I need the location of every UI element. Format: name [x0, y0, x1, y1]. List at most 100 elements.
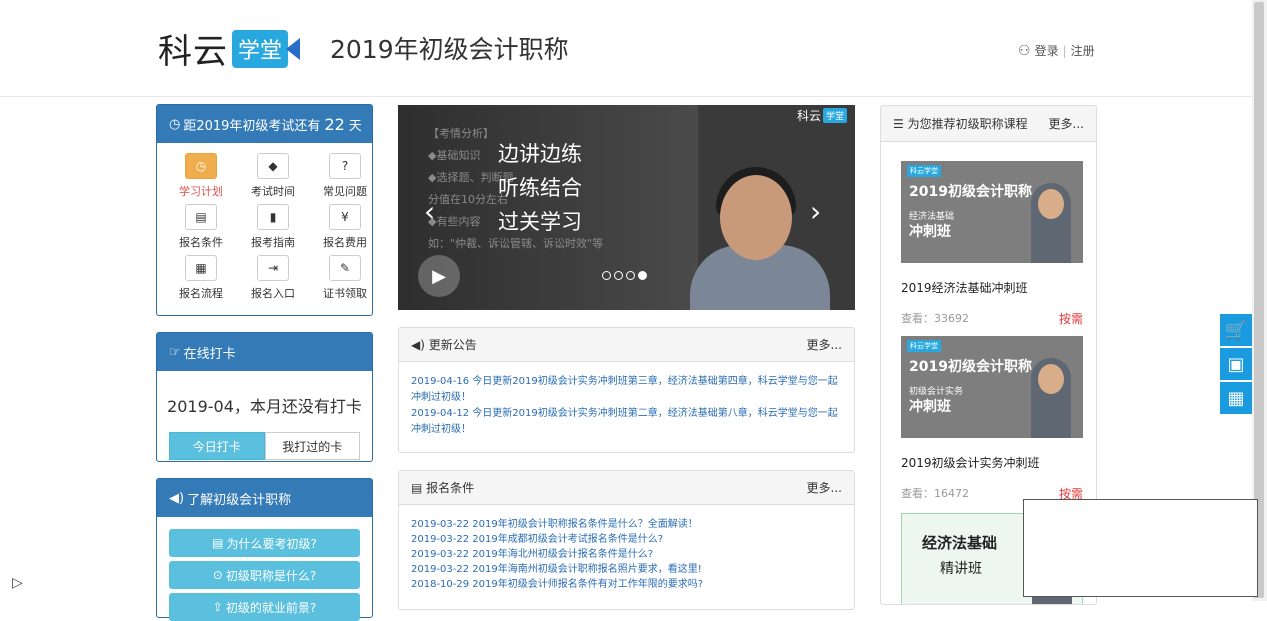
- slide-headline: 边讲边练 听练结合 过关学习: [498, 137, 582, 239]
- views-count: 33692: [934, 312, 969, 325]
- sidebar-toggle-icon[interactable]: ▷: [12, 575, 23, 591]
- views-count: 16472: [934, 487, 969, 500]
- learn-header: ◀) 了解初级会计职称: [157, 479, 372, 517]
- list-item[interactable]: 2018-10-29 2019年初级会计师报名条件有对工作年限的要求吗?: [411, 577, 842, 592]
- watermark-text: 科云: [796, 109, 821, 123]
- thumb-big: 冲刺班: [909, 224, 951, 240]
- recommend-more-link[interactable]: 更多...: [1049, 115, 1084, 132]
- why-exam-button[interactable]: ▤ 为什么要考初级?: [169, 529, 360, 557]
- conditions-more-link[interactable]: 更多...: [807, 479, 842, 496]
- book-icon: ▤: [212, 536, 224, 550]
- auth-divider: |: [1062, 43, 1067, 58]
- video-carousel[interactable]: 【考情分析】 ◆基础知识 ◆选择题、判断题 分值在10分左右 ◆有些内容 如："…: [398, 105, 855, 310]
- tab-my-checkins[interactable]: 我打过的卡: [264, 432, 360, 460]
- carousel-dots: [602, 271, 647, 280]
- quick-link-conditions[interactable]: ▤ 报名条件: [165, 204, 237, 255]
- up-icon: ⇧: [212, 600, 223, 614]
- camera-icon: [286, 37, 301, 60]
- list-item[interactable]: 2019-04-16 今日更新2019初级会计实务冲刺班第三章，经济法基础第四章…: [411, 374, 842, 406]
- button-label: 初级职称是什么?: [225, 568, 317, 583]
- carousel-dot[interactable]: [626, 271, 635, 280]
- headline-line: 边讲边练: [498, 142, 582, 166]
- button-label: 为什么要考初级?: [226, 536, 317, 551]
- auth-links: ⚇ 登录 | 注册: [1018, 42, 1095, 59]
- updates-title: 更新公告: [428, 338, 477, 352]
- carousel-dot-active[interactable]: [638, 271, 647, 280]
- site-logo[interactable]: 科云 学堂: [158, 24, 301, 73]
- cart-icon[interactable]: 🛒: [1220, 314, 1252, 346]
- headline-line: 听练结合: [498, 176, 582, 200]
- quick-link-faq[interactable]: ? 常见问题: [309, 153, 381, 204]
- course-thumbnail[interactable]: 科云学堂 2019初级会计职称 初级会计实务 冲刺班: [901, 336, 1083, 438]
- quick-link-study-plan[interactable]: ◷ 学习计划: [165, 153, 237, 204]
- server-icon: ☰: [893, 117, 908, 131]
- quick-link-exam-time[interactable]: ◆ 考试时间: [237, 153, 309, 204]
- site-header: 科云 学堂 2019年初级会计职称 ⚇ 登录 | 注册: [0, 0, 1252, 97]
- what-is-button[interactable]: ⊙ 初级职称是什么?: [169, 561, 360, 589]
- prev-arrow-icon[interactable]: ‹: [424, 195, 435, 228]
- help-circle-icon: ⊙: [212, 568, 223, 582]
- countdown-suffix: 天: [348, 118, 362, 134]
- book-icon: ▮: [257, 204, 289, 230]
- teacher-face: [1038, 364, 1064, 394]
- quick-link-label: 考试时间: [251, 185, 295, 198]
- quick-link-label: 报名费用: [323, 236, 367, 249]
- quick-links-grid: ◷ 学习计划 ◆ 考试时间 ? 常见问题 ▤ 报名条件 ▮ 报考指南 ¥ 报名费用 ▦ 报名流…: [157, 143, 372, 306]
- login-icon: ⇥: [257, 255, 289, 281]
- updates-header: ◀) 更新公告 更多...: [399, 328, 854, 362]
- speaker-icon: ◀): [411, 338, 429, 352]
- grid-icon: ▦: [185, 255, 217, 281]
- list-icon: ▤: [185, 204, 217, 230]
- checkin-panel: ☞ 在线打卡 2019-04，本月还没有打卡 今日打卡 我打过的卡: [156, 332, 373, 462]
- clock-icon: ◷: [169, 116, 181, 132]
- quick-link-label: 常见问题: [323, 185, 367, 198]
- learn-title: 了解初级会计职称: [187, 492, 292, 508]
- thumb-big: 冲刺班: [909, 399, 951, 415]
- floating-toolbar: 🛒 ▣ ▦: [1220, 314, 1252, 416]
- quick-link-certificate[interactable]: ✎ 证书领取: [309, 255, 381, 306]
- course-card[interactable]: 科云学堂 2019初级会计职称 经济法基础 冲刺班 2019经济法基础冲刺班 查…: [901, 161, 1083, 327]
- thumb-title: 2019初级会计职称: [909, 184, 1032, 200]
- quick-link-entry[interactable]: ⇥ 报名入口: [237, 255, 309, 306]
- banner-watermark: 科云 学堂: [797, 107, 847, 124]
- list-item[interactable]: 2019-03-22 2019年海南州初级会计职称报名照片要求，看这里!: [411, 562, 842, 577]
- updates-panel: ◀) 更新公告 更多... 2019-04-16 今日更新2019初级会计实务冲…: [398, 327, 855, 453]
- tab-today-checkin[interactable]: 今日打卡: [169, 432, 265, 460]
- updates-more-link[interactable]: 更多...: [807, 336, 842, 353]
- quick-link-process[interactable]: ▦ 报名流程: [165, 255, 237, 306]
- list-item[interactable]: 2019-03-22 2019年初级会计职称报名条件是什么？全面解读！: [411, 517, 842, 532]
- course-name[interactable]: 2019经济法基础冲刺班: [901, 279, 1083, 296]
- thumb-title: 经济法基础: [922, 534, 998, 552]
- course-card[interactable]: 科云学堂 2019初级会计职称 初级会计实务 冲刺班 2019初级会计实务冲刺班…: [901, 336, 1083, 502]
- thumb-tag: 科云学堂: [907, 165, 941, 177]
- list-item[interactable]: 2019-03-22 2019年成都初级会计考试报名条件是什么?: [411, 532, 842, 547]
- course-price: 按需: [1058, 312, 1083, 326]
- checkin-status: 2019-04，本月还没有打卡: [167, 397, 362, 416]
- chat-icon[interactable]: ▣: [1220, 348, 1252, 380]
- play-icon[interactable]: ▶: [418, 255, 460, 297]
- quick-link-fees[interactable]: ¥ 报名费用: [309, 204, 381, 255]
- teacher-face: [720, 175, 792, 260]
- floating-video-frame[interactable]: [1023, 499, 1258, 597]
- login-link[interactable]: 登录: [1035, 42, 1059, 59]
- teacher-face: [1038, 189, 1064, 219]
- career-button[interactable]: ⇧ 初级的就业前景?: [169, 593, 360, 621]
- thumb-title: 2019初级会计职称: [909, 359, 1032, 375]
- clock-icon: ◷: [185, 153, 217, 179]
- course-thumbnail[interactable]: 科云学堂 2019初级会计职称 经济法基础 冲刺班: [901, 161, 1083, 263]
- next-arrow-icon[interactable]: ›: [810, 195, 821, 228]
- views-label: 查看：: [901, 487, 934, 500]
- headline-line: 过关学习: [498, 210, 582, 234]
- countdown-days: 22: [324, 114, 345, 134]
- carousel-dot[interactable]: [614, 271, 623, 280]
- list-item[interactable]: 2019-03-22 2019年海北州初级会计报名条件是什么?: [411, 547, 842, 562]
- qrcode-icon[interactable]: ▦: [1220, 382, 1252, 414]
- conditions-title: 报名条件: [426, 481, 475, 495]
- list-item[interactable]: 2019-04-12 今日更新2019初级会计实务冲刺班第二章，经济法基础第八章…: [411, 406, 842, 438]
- register-link[interactable]: 注册: [1071, 42, 1095, 59]
- course-name[interactable]: 2019初级会计实务冲刺班: [901, 454, 1083, 471]
- carousel-dot[interactable]: [602, 271, 611, 280]
- quick-link-label: 报名条件: [179, 236, 223, 249]
- checkin-tabs: 今日打卡 我打过的卡: [169, 432, 360, 460]
- quick-link-guide[interactable]: ▮ 报考指南: [237, 204, 309, 255]
